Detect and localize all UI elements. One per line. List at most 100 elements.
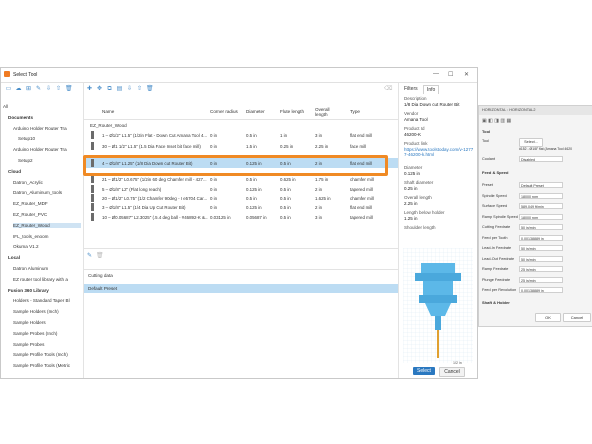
edit-icon[interactable]: ✎ bbox=[35, 86, 42, 93]
col-diameter[interactable]: Diameter bbox=[246, 109, 265, 114]
panel-tabs-icons[interactable]: ▣ ◧ ◨ ▥ ▦ bbox=[482, 118, 511, 124]
tree-item[interactable]: Setup2 bbox=[18, 158, 81, 163]
tree-item[interactable]: EZ_Router_Wood bbox=[13, 222, 81, 228]
edit-preset-icon[interactable]: ✎ bbox=[86, 253, 93, 260]
coolant-label: Coolant bbox=[482, 157, 496, 161]
tree-item[interactable]: Setup10 bbox=[18, 136, 81, 141]
shaft-holder-section[interactable]: Shaft & Holder bbox=[482, 300, 510, 305]
cell-corner: 0 in bbox=[210, 195, 218, 201]
cell-dia: 0.125 in bbox=[246, 186, 262, 192]
tool-preview bbox=[403, 248, 473, 363]
info-label: Overall length bbox=[404, 195, 432, 200]
tool-value: #152 - Ø1/8" flat (Amana Tool 4620 bbox=[519, 147, 572, 151]
feed-field[interactable]: 0.00138889 in bbox=[519, 287, 563, 293]
new-library-icon[interactable]: ⊞ bbox=[25, 86, 32, 93]
tool-select-button[interactable]: Select... bbox=[519, 138, 543, 147]
tree-item[interactable]: Holders - Standard Taper Bl bbox=[13, 298, 81, 303]
folder-icon[interactable]: ▭ bbox=[5, 86, 12, 93]
feed-label: Plunge Feedrate bbox=[482, 277, 511, 282]
cell-flute: 0.5 in bbox=[280, 214, 291, 220]
col-overall-length[interactable]: Overall length bbox=[315, 107, 339, 117]
info-value: 1/8 Dia Down cut Router Bit bbox=[404, 102, 460, 107]
feed-field[interactable]: Default Preset bbox=[519, 182, 563, 188]
tree-item[interactable]: EZ_Router_MDF bbox=[13, 201, 81, 206]
delete-preset-icon[interactable]: 🗑 bbox=[96, 253, 104, 260]
tree-item[interactable]: Sample Profile Tools (Metric bbox=[13, 363, 81, 368]
tree-item[interactable]: Sample Probes (Inch) bbox=[13, 331, 81, 336]
cell-flute: 0.5 in bbox=[280, 195, 291, 201]
feed-field[interactable]: 50 in/min bbox=[519, 245, 563, 251]
tree-item[interactable]: Arduino Holder Router Tra bbox=[13, 126, 81, 131]
add-icon[interactable]: ✚ bbox=[86, 86, 93, 93]
product-link[interactable]: https://www.toolstoday.com/v-12777-46200… bbox=[404, 147, 474, 157]
tool-table-panel: ✚ ✥ ⧉ ▤ ⇩ ⇧ 🗑 ⌫ Name Corner radius Diame… bbox=[84, 83, 398, 378]
export-tool-icon[interactable]: ⇧ bbox=[136, 86, 143, 93]
feed-field[interactable]: 18000 rpm bbox=[519, 213, 563, 220]
cloud-icon[interactable]: ☁ bbox=[15, 86, 22, 93]
tree-item[interactable]: Local bbox=[8, 255, 81, 260]
tree-item[interactable]: Okuma V1.2 bbox=[13, 244, 81, 249]
tree-item[interactable]: EZ router tool library with a bbox=[13, 277, 81, 282]
feed-field[interactable]: 0.00138889 in bbox=[519, 234, 563, 241]
tree-item[interactable]: EZ_Router_PVC bbox=[13, 212, 81, 217]
cell-overall: 3 in bbox=[315, 214, 323, 220]
tab-filters[interactable]: Filters bbox=[401, 85, 421, 93]
col-corner-radius[interactable]: Corner radius bbox=[210, 109, 238, 114]
col-type[interactable]: Type bbox=[350, 109, 360, 114]
tree-item[interactable]: Fusion 360 Library bbox=[8, 288, 81, 293]
tool-thumbnail-icon bbox=[91, 184, 94, 193]
feed-field[interactable]: 18000 rpm bbox=[519, 192, 563, 199]
tab-info[interactable]: Info bbox=[423, 85, 440, 94]
filter-icon[interactable]: ⌫ bbox=[384, 86, 392, 93]
tree-item[interactable]: Datron_Acrylic bbox=[13, 180, 81, 185]
move-icon[interactable]: ✥ bbox=[96, 86, 103, 93]
select-button[interactable]: Select bbox=[413, 367, 435, 375]
tree-item[interactable]: Arduino Holder Router Tra bbox=[13, 147, 81, 152]
feed-speed-section[interactable]: Feed & Speed bbox=[482, 170, 508, 175]
maximize-button[interactable]: ☐ bbox=[448, 71, 453, 78]
feed-field[interactable]: 25 in/min bbox=[519, 266, 563, 272]
feed-field[interactable]: 50 in/min bbox=[519, 255, 563, 262]
delete-icon[interactable]: 🗑 bbox=[65, 86, 73, 93]
feed-field[interactable]: 589.049 ft/min bbox=[519, 203, 563, 209]
import-icon[interactable]: ⇩ bbox=[45, 86, 52, 93]
tool-section[interactable]: Tool bbox=[482, 129, 490, 134]
tree-item[interactable]: Datron Aluminum bbox=[13, 266, 81, 271]
panel-cancel-button[interactable]: Cancel bbox=[563, 313, 591, 322]
close-button[interactable]: ✕ bbox=[464, 71, 469, 78]
tree-item[interactable]: Cloud bbox=[8, 169, 81, 174]
col-flute-length[interactable]: Flute length bbox=[280, 109, 304, 114]
import-tool-icon[interactable]: ⇩ bbox=[126, 86, 133, 93]
preset-row[interactable]: Default Preset bbox=[84, 284, 398, 293]
tree-item[interactable]: Sample Holders (Inch) bbox=[13, 309, 81, 314]
tree-item[interactable]: All bbox=[3, 104, 81, 109]
feed-field[interactable]: 25 in/min bbox=[519, 276, 563, 283]
info-label: Shaft diameter bbox=[404, 180, 434, 185]
tree-item[interactable]: Sample Probes bbox=[13, 342, 81, 347]
cell-type: flat end mill bbox=[350, 133, 373, 138]
tree-item[interactable]: IFL_tools_enoom bbox=[13, 234, 81, 239]
table-row[interactable]: 1 – Ø1/2" L1.5" (1/2in Flat - Down Cut A… bbox=[84, 130, 398, 140]
coolant-select[interactable]: Disabled bbox=[519, 156, 563, 162]
tool-thumbnail-icon bbox=[91, 131, 94, 139]
col-name[interactable]: Name bbox=[102, 109, 114, 114]
cancel-button[interactable]: Cancel bbox=[439, 367, 465, 377]
tree-item[interactable]: Datron_Aluminum_tools bbox=[13, 190, 81, 195]
delete-tool-icon[interactable]: 🗑 bbox=[146, 86, 154, 93]
cell-name: 10 – Ø0.05687" L2.3025" (.5.4 deg ball -… bbox=[102, 214, 208, 220]
export-icon[interactable]: ⇧ bbox=[55, 86, 62, 93]
tree-item[interactable]: Sample Profile Tools (Inch) bbox=[13, 352, 81, 357]
ok-button[interactable]: OK bbox=[535, 313, 561, 322]
tree-item[interactable]: Sample Holders bbox=[13, 320, 81, 325]
minimize-button[interactable]: — bbox=[433, 71, 439, 77]
table-row[interactable]: 30 – Ø1 1/2" L1.5" (1.5 Dia Face Inset b… bbox=[84, 141, 398, 151]
info-value: Amana Tool bbox=[404, 117, 428, 122]
cell-overall: 1.75 in bbox=[315, 177, 329, 183]
copy-icon[interactable]: ⧉ bbox=[106, 86, 113, 93]
title-bar: Select Tool — ☐ ✕ bbox=[1, 68, 477, 83]
group-header[interactable]: EZ_Router_Wood bbox=[90, 123, 127, 128]
paste-icon[interactable]: ▤ bbox=[116, 86, 123, 93]
feed-field[interactable]: 50 in/min bbox=[519, 224, 563, 230]
table-row[interactable]: 10 – Ø0.05687" L2.3025" (.5.4 deg ball -… bbox=[84, 212, 398, 222]
tree-item[interactable]: Documents bbox=[8, 115, 81, 120]
